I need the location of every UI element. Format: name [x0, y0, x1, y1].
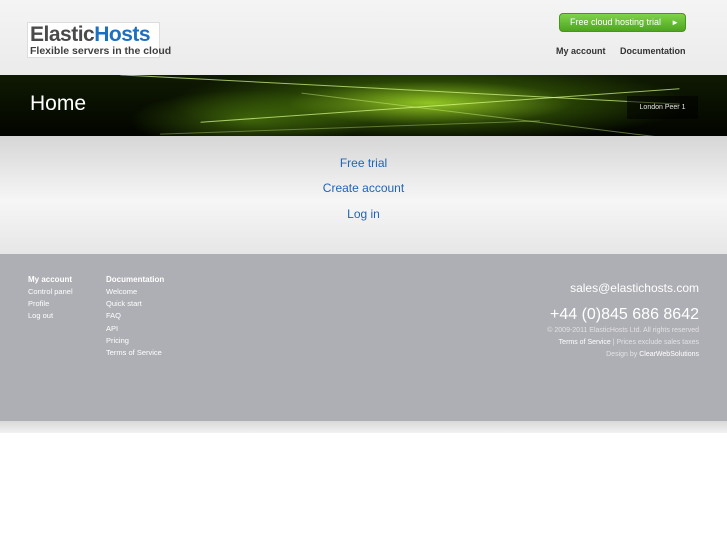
free-trial-link-row: Free trial	[0, 156, 727, 170]
site-footer: My account Control panel Profile Log out…	[0, 254, 727, 421]
footer-heading-account: My account	[28, 275, 73, 284]
free-trial-link[interactable]: Free trial	[340, 156, 387, 170]
create-account-link-row: Create account	[0, 181, 727, 195]
banner-light-streak	[120, 75, 680, 105]
footer-col-account: My account Control panel Profile Log out	[28, 274, 73, 323]
free-trial-button-label: Free cloud hosting trial	[570, 17, 662, 27]
nav-my-account[interactable]: My account	[556, 46, 606, 56]
footer-link-welcome[interactable]: Welcome	[106, 286, 164, 298]
tax-note: | Prices exclude sales taxes	[610, 339, 699, 346]
logo-title: ElasticHosts	[30, 23, 151, 47]
contact-phone: +44 (0)845 686 8642	[549, 306, 699, 323]
logo-title-part-b: Hosts	[94, 23, 151, 46]
logo[interactable]: ElasticHosts Flexible servers in the clo…	[27, 22, 171, 58]
footer-link-control-panel[interactable]: Control panel	[28, 286, 73, 298]
site-header: ElasticHosts Flexible servers in the clo…	[0, 0, 727, 75]
logo-tagline: Flexible servers in the cloud	[30, 45, 172, 57]
footer-link-faq[interactable]: FAQ	[106, 310, 164, 322]
footer-link-profile[interactable]: Profile	[28, 298, 73, 310]
banner-light-streak	[160, 120, 540, 135]
footer-link-terms[interactable]: Terms of Service	[106, 347, 164, 359]
logo-title-part-a: Elastic	[30, 23, 95, 46]
design-credit-prefix: Design by	[606, 351, 640, 358]
contact-email-link[interactable]: sales@elastichosts.com	[570, 281, 699, 295]
banner-light-streak	[200, 88, 680, 123]
footer-col-docs: Documentation Welcome Quick start FAQ AP…	[106, 274, 164, 359]
designer-link[interactable]: ClearWebSolutions	[639, 351, 699, 358]
create-account-link[interactable]: Create account	[323, 181, 404, 195]
page: ElasticHosts Flexible servers in the clo…	[0, 0, 727, 545]
tos-line: Terms of Service | Prices exclude sales …	[559, 339, 699, 346]
footer-link-quick-start[interactable]: Quick start	[106, 298, 164, 310]
footer-link-log-out[interactable]: Log out	[28, 310, 73, 322]
footer-link-api[interactable]: API	[106, 323, 164, 335]
footer-link-pricing[interactable]: Pricing	[106, 335, 164, 347]
free-trial-button[interactable]: Free cloud hosting trial ►	[559, 13, 686, 32]
log-in-link-row: Log in	[0, 207, 727, 221]
location-selector[interactable]: London Peer 1	[627, 96, 698, 119]
terms-of-service-link[interactable]: Terms of Service	[559, 339, 611, 346]
design-credit: Design by ClearWebSolutions	[606, 351, 699, 358]
play-arrow-icon: ►	[671, 18, 679, 27]
footer-heading-documentation: Documentation	[106, 275, 165, 284]
page-banner: Home London Peer 1	[0, 75, 727, 136]
page-title: Home	[30, 92, 87, 115]
log-in-link[interactable]: Log in	[347, 207, 380, 221]
main-content: Free trial Create account Log in	[0, 136, 727, 254]
footer-bottom-strip	[0, 421, 727, 433]
copyright-text: © 2009-2011 ElasticHosts Ltd. All rights…	[547, 327, 699, 334]
nav-documentation[interactable]: Documentation	[620, 46, 686, 56]
